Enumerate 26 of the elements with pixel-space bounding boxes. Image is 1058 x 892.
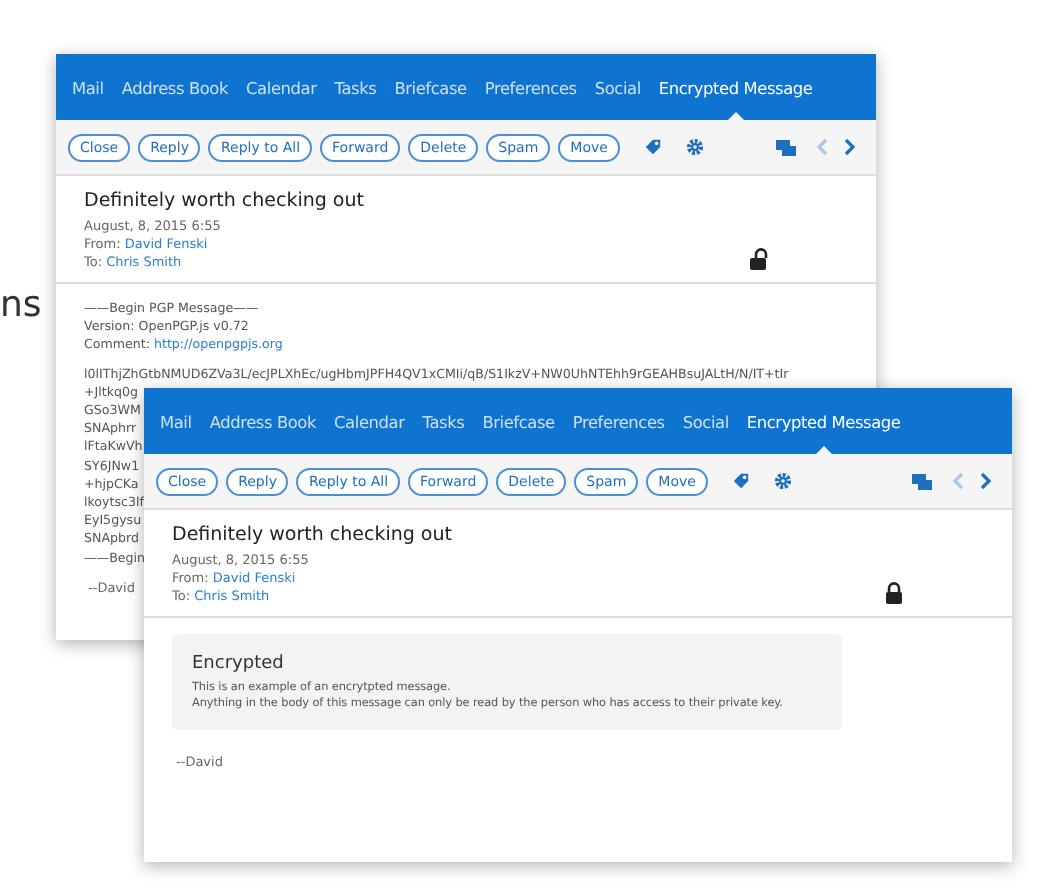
conversation-icon[interactable] [912, 473, 932, 489]
email-subject: Definitely worth checking out [172, 524, 454, 546]
nav-tab[interactable]: Briefcase [394, 54, 467, 120]
nav-tab[interactable]: Calendar [334, 388, 405, 454]
notice-title: Encrypted [192, 654, 286, 674]
email-subject: Definitely worth checking out [84, 190, 366, 212]
settings-icon[interactable] [685, 138, 704, 156]
tag-icon[interactable] [731, 472, 750, 490]
nav-tab[interactable]: Mail [72, 54, 104, 120]
nav-tab[interactable]: Preferences [572, 388, 665, 454]
nav-tab[interactable]: Briefcase [482, 388, 555, 454]
chevron-right-icon[interactable] [844, 138, 856, 156]
nav-tab[interactable]: Mail [160, 388, 192, 454]
chevron-right-icon[interactable] [980, 472, 992, 490]
nav-tab[interactable]: Social [682, 388, 729, 454]
nav-tab[interactable]: Preferences [484, 54, 577, 120]
nav-tab[interactable]: Address Book [209, 388, 317, 454]
nav-tab[interactable]: Address Book [121, 54, 229, 120]
settings-icon[interactable] [773, 472, 792, 490]
nav-tab[interactable]: Social [594, 54, 641, 120]
cut-off-text: ns [0, 284, 42, 326]
nav-tab[interactable]: Calendar [246, 54, 317, 120]
tag-icon[interactable] [643, 138, 662, 156]
nav-tab[interactable]: Tasks [422, 388, 465, 454]
nav-tab[interactable]: Tasks [334, 54, 377, 120]
conversation-icon[interactable] [776, 139, 796, 155]
